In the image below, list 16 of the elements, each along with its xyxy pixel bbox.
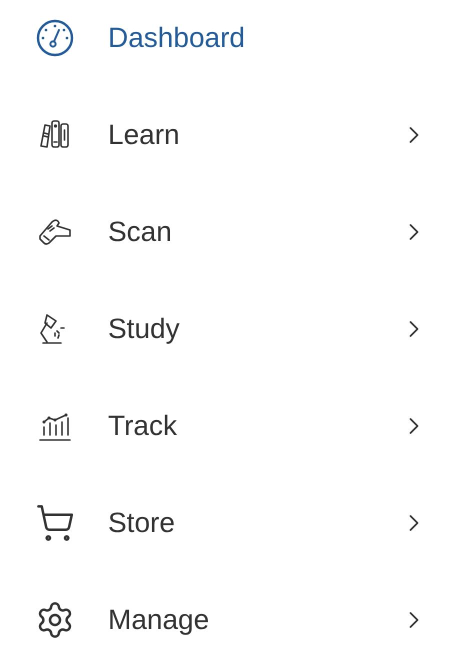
menu-item[interactable]: Dashboard [0, 8, 458, 68]
menu-label: Track [108, 409, 177, 443]
menu-label: Manage [108, 603, 210, 637]
menu-item[interactable]: Learn [0, 105, 458, 165]
menu-item[interactable]: Study [0, 299, 458, 359]
menu-item[interactable]: Scan [0, 202, 458, 262]
menu-item[interactable]: Track [0, 396, 458, 456]
menu-label: Scan [108, 215, 172, 249]
menu-item[interactable]: Manage [0, 590, 458, 650]
menu-label: Dashboard [108, 21, 245, 55]
menu-label: Store [108, 506, 175, 540]
gauge-icon [35, 18, 75, 58]
menu-label: Learn [108, 118, 180, 152]
menu-item[interactable]: Store [0, 493, 458, 553]
cart-icon [35, 503, 75, 543]
menu-label: Study [108, 312, 180, 346]
